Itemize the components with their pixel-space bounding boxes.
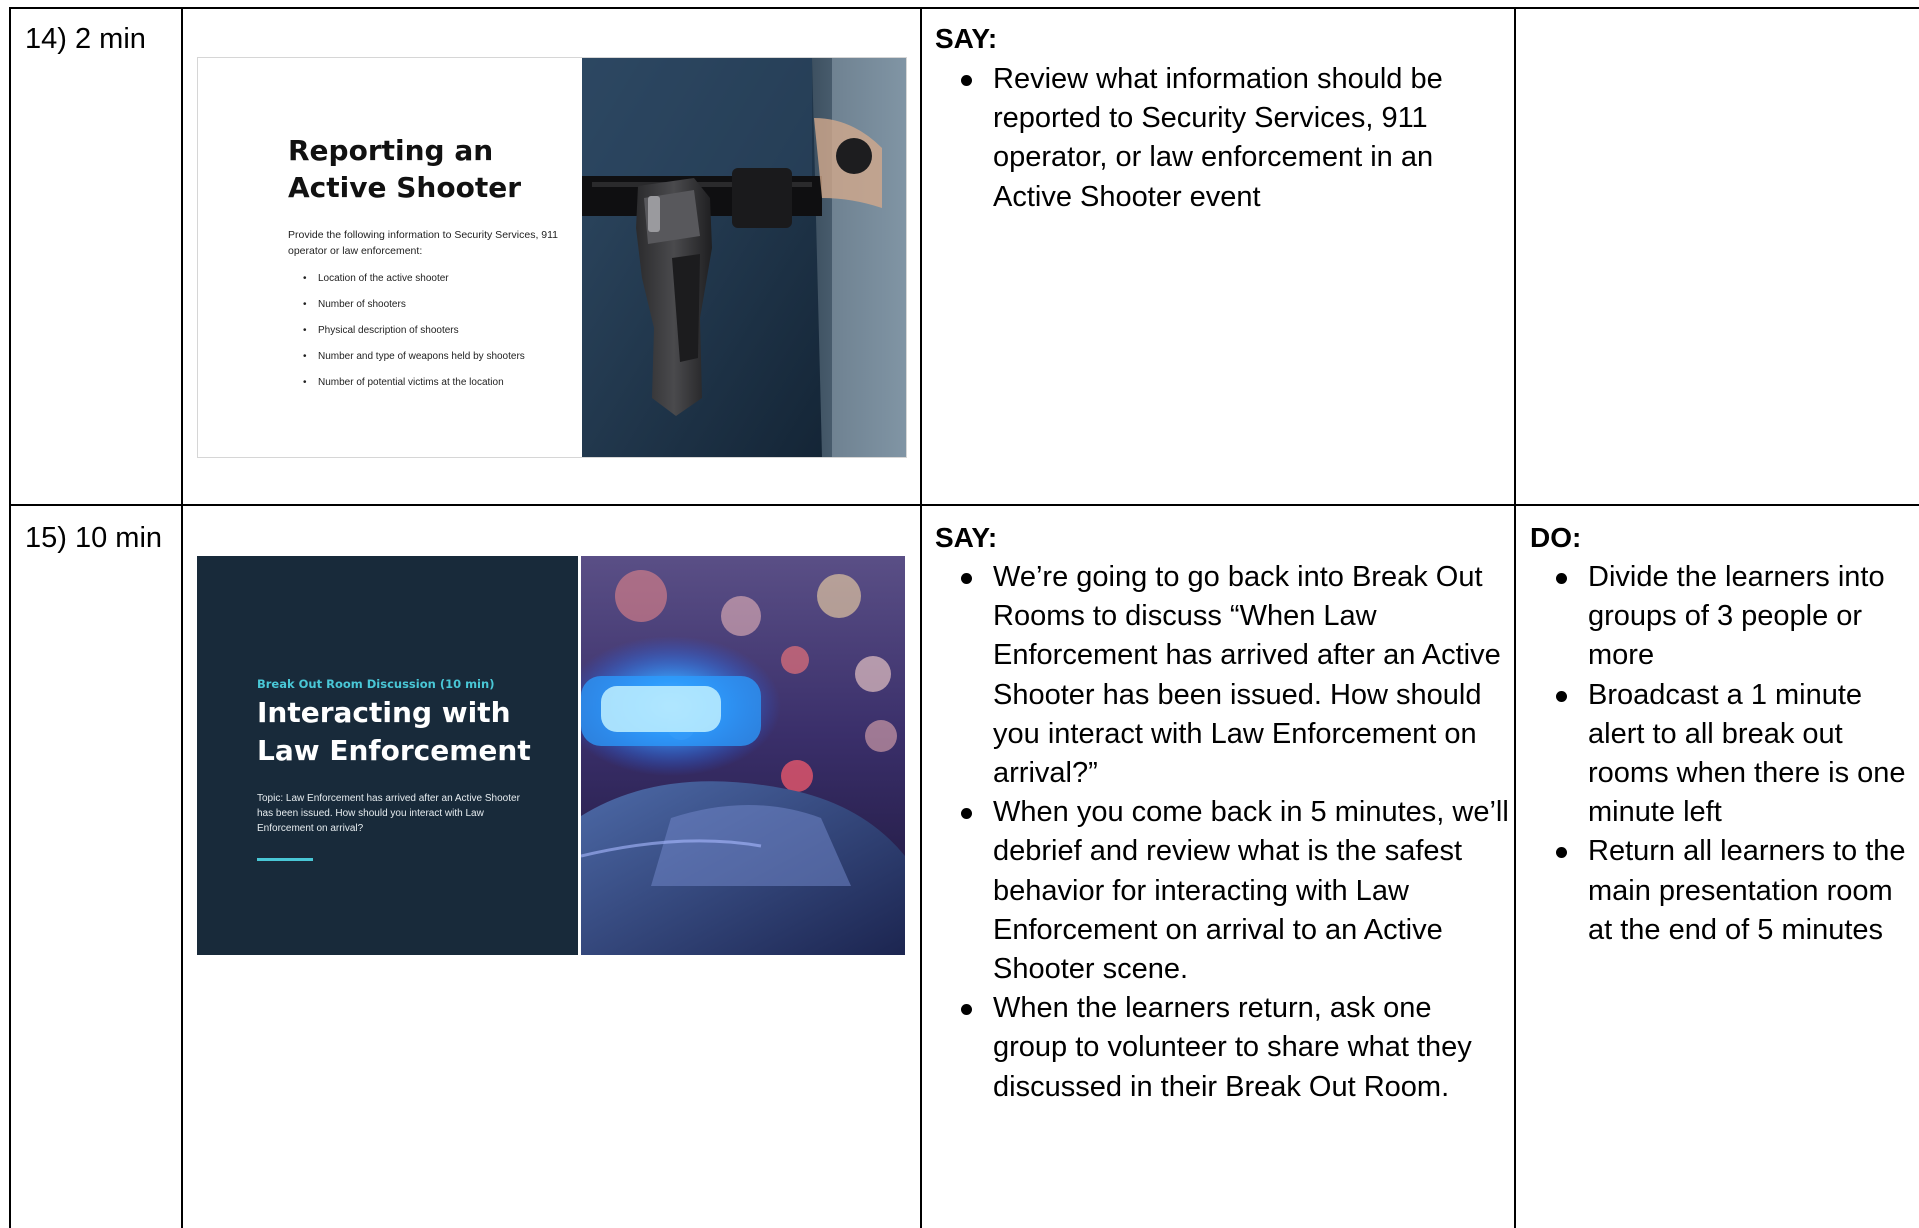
slide-reporting-active-shooter: Reporting an Active Shooter Provide the … xyxy=(197,57,907,458)
slide-title: Interacting with Law Enforcement xyxy=(257,696,531,767)
row-14-say-label: SAY: xyxy=(935,23,998,54)
say-item: We’re going to go back into Break Out Ro… xyxy=(935,558,1510,793)
table-left-border xyxy=(9,7,11,1228)
slide-title: Reporting an Active Shooter xyxy=(288,134,521,204)
column-divider-2 xyxy=(920,7,922,1228)
row-15-do-list: Divide the learners into groups of 3 peo… xyxy=(1530,558,1912,950)
slide-topic: Topic: Law Enforcement has arrived after… xyxy=(257,793,520,834)
slide-bullet: Number of potential victims at the locat… xyxy=(288,376,525,402)
slide-bullet: Physical description of shooters xyxy=(288,324,525,350)
do-item: Divide the learners into groups of 3 peo… xyxy=(1530,558,1912,676)
do-item: Return all learners to the main presenta… xyxy=(1530,832,1912,950)
row-15-say-list: We’re going to go back into Break Out Ro… xyxy=(935,558,1510,1107)
slide-text-panel: Reporting an Active Shooter Provide the … xyxy=(198,58,582,457)
row-14-time: 14) 2 min xyxy=(25,23,146,55)
table-top-border xyxy=(9,7,1919,9)
row-15-do-label: DO: xyxy=(1530,522,1582,553)
slide-bullet: Number of shooters xyxy=(288,298,525,324)
slide-bullet-list: Location of the active shooter Number of… xyxy=(288,272,525,402)
police-holster-photo xyxy=(582,58,906,457)
slide-text-panel: Break Out Room Discussion (10 min) Inter… xyxy=(197,556,578,955)
say-item: When the learners return, ask one group … xyxy=(935,989,1510,1107)
row-14-say-list: Review what information should be report… xyxy=(935,60,1510,217)
slide-accent-rule xyxy=(257,858,313,861)
slide-bullet: Number and type of weapons held by shoot… xyxy=(288,350,525,376)
say-item: Review what information should be report… xyxy=(935,60,1510,217)
do-item: Broadcast a 1 minute alert to all break … xyxy=(1530,676,1912,833)
row-15-say-label: SAY: xyxy=(935,522,998,553)
slide-interacting-law-enforcement: Break Out Room Discussion (10 min) Inter… xyxy=(197,556,905,955)
column-divider-1 xyxy=(181,7,183,1228)
column-divider-3 xyxy=(1514,7,1516,1228)
slide-intro: Provide the following information to Sec… xyxy=(288,229,559,257)
row-15-time: 15) 10 min xyxy=(25,522,163,554)
slide-kicker: Break Out Room Discussion (10 min) xyxy=(257,677,495,691)
say-item: When you come back in 5 minutes, we’ll d… xyxy=(935,793,1510,989)
police-car-lights-photo xyxy=(561,556,905,955)
slide-bullet: Location of the active shooter xyxy=(288,272,525,298)
table-row-divider xyxy=(9,504,1919,506)
